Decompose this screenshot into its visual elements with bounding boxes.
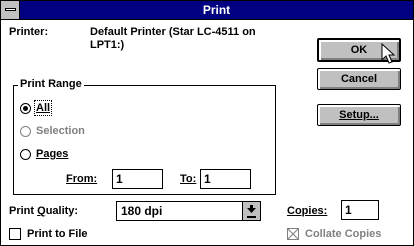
printer-label: Printer: bbox=[9, 26, 49, 38]
printer-name: Default Printer (Star LC-4511 on bbox=[90, 26, 256, 38]
radio-all[interactable]: All bbox=[20, 100, 53, 116]
radio-selection-label: Selection bbox=[36, 125, 85, 137]
copies-label: Copies: bbox=[287, 205, 328, 217]
cancel-button[interactable]: Cancel bbox=[317, 68, 401, 90]
print-to-file-checkbox[interactable]: Print to File bbox=[9, 228, 88, 240]
radio-selection: Selection bbox=[20, 125, 85, 137]
setup-button[interactable]: Setup... bbox=[317, 104, 401, 126]
setup-button-label: Setup... bbox=[339, 109, 379, 121]
print-quality-label: Print Quality: bbox=[9, 205, 79, 217]
print-quality-value: 180 dpi bbox=[121, 204, 163, 218]
radio-selection-button bbox=[20, 125, 31, 137]
print-dialog: Print Printer: Default Printer (Star LC-… bbox=[0, 0, 414, 246]
collate-copies-box bbox=[287, 228, 299, 240]
radio-pages-button[interactable] bbox=[20, 148, 31, 160]
radio-all-button[interactable] bbox=[20, 102, 31, 114]
print-quality-select[interactable]: 180 dpi bbox=[116, 201, 261, 221]
dropdown-arrow-icon[interactable] bbox=[242, 202, 260, 220]
copies-input[interactable]: 1 bbox=[341, 200, 379, 220]
print-to-file-box[interactable] bbox=[9, 228, 21, 240]
from-label: From: bbox=[66, 173, 98, 185]
cancel-button-label: Cancel bbox=[340, 73, 378, 85]
title-bar: Print bbox=[1, 1, 413, 20]
radio-all-label: All bbox=[33, 100, 53, 116]
to-label: To: bbox=[180, 173, 197, 185]
print-range-legend: Print Range bbox=[18, 78, 84, 90]
to-input[interactable]: 1 bbox=[200, 169, 251, 189]
system-menu-icon[interactable] bbox=[1, 1, 20, 19]
radio-pages-label: Pages bbox=[36, 148, 69, 160]
printer-name-line2: LPT1:) bbox=[90, 39, 125, 51]
radio-pages[interactable]: Pages bbox=[20, 148, 68, 160]
mouse-pointer-icon bbox=[381, 42, 397, 68]
collate-copies-label: Collate Copies bbox=[305, 228, 382, 240]
window-title: Print bbox=[202, 3, 231, 17]
print-to-file-label: Print to File bbox=[27, 228, 88, 240]
collate-copies-checkbox: Collate Copies bbox=[287, 228, 381, 240]
from-input[interactable]: 1 bbox=[112, 169, 163, 189]
print-range-group: Print Range All Selection Pages From: 1 … bbox=[13, 78, 276, 195]
